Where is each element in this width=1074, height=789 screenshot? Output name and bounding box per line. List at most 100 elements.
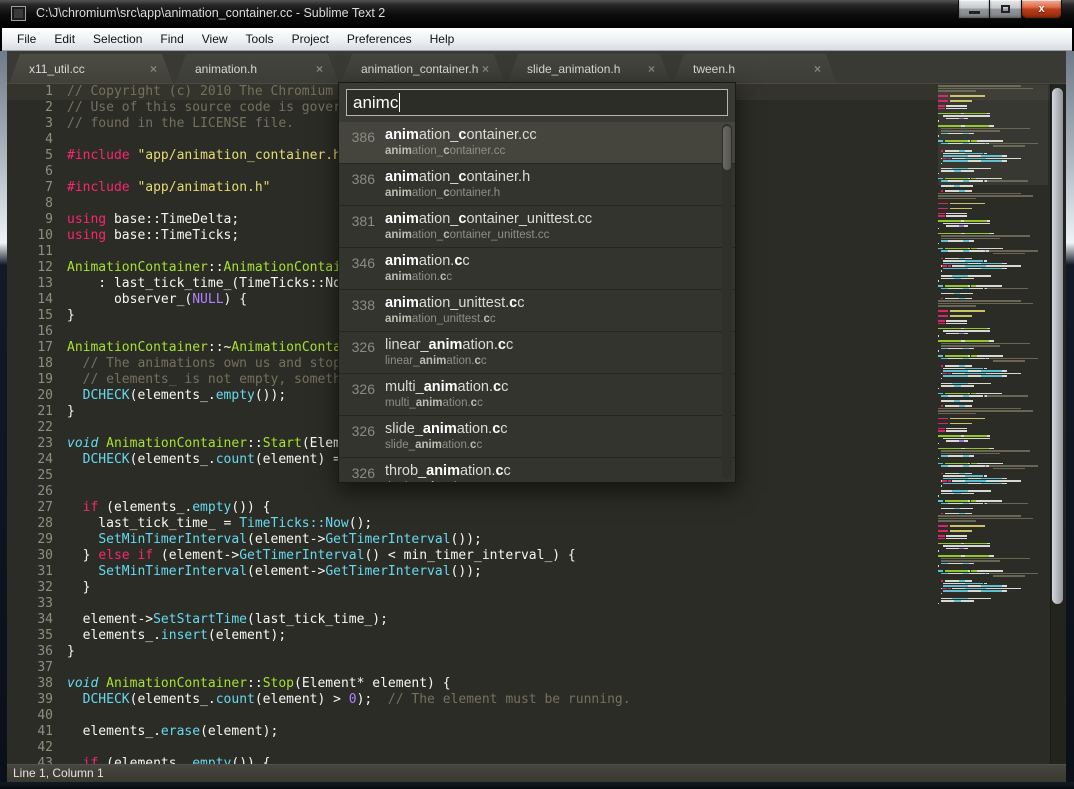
minimize-button[interactable]	[958, 0, 990, 19]
line-text: DCHECK(elements_.empty());	[67, 388, 286, 404]
editor-scrollbar[interactable]	[1050, 84, 1066, 764]
line-text: }	[67, 580, 90, 596]
window-frame-left	[0, 51, 7, 789]
line-number: 17	[7, 340, 53, 356]
menu-item-selection[interactable]: Selection	[84, 28, 151, 50]
result-text: animation.ccanimation.cc	[385, 248, 470, 289]
tab-animation-h[interactable]: animation.h×	[175, 54, 339, 84]
menu-item-find[interactable]: Find	[151, 28, 192, 50]
window-frame-bottom	[0, 782, 1074, 789]
line-number: 39	[7, 692, 53, 708]
goto-result-item[interactable]: 381animation_container_unittest.ccanimat…	[339, 206, 735, 248]
line-text: #include "app/animation.h"	[67, 180, 271, 196]
result-filename: animation.cc	[385, 248, 470, 269]
code-line[interactable]: 38void AnimationContainer::Stop(Element*…	[7, 676, 1066, 692]
menu-item-preferences[interactable]: Preferences	[338, 28, 421, 50]
menu-item-edit[interactable]: Edit	[45, 28, 84, 50]
result-filename: animation_unittest.cc	[385, 290, 524, 311]
menu-item-tools[interactable]: Tools	[237, 28, 283, 50]
tab-x11_util-cc[interactable]: x11_util.cc×	[9, 54, 173, 84]
text-caret	[399, 93, 400, 112]
code-line[interactable]: 42	[7, 740, 1066, 756]
goto-anything-results: 386animation_container.ccanimation_conta…	[339, 122, 735, 482]
goto-result-item[interactable]: 338animation_unittest.ccanimation_unitte…	[339, 290, 735, 332]
result-line-count: 326	[339, 374, 375, 415]
code-line[interactable]: 35 elements_.insert(element);	[7, 628, 1066, 644]
result-line-count: 386	[339, 122, 375, 163]
code-line[interactable]: 41 elements_.erase(element);	[7, 724, 1066, 740]
menu-item-file[interactable]: File	[8, 28, 45, 50]
line-text: }	[67, 308, 75, 324]
tab-close-icon[interactable]: ×	[482, 54, 489, 84]
goto-result-item[interactable]: 386animation_container.hanimation_contai…	[339, 164, 735, 206]
line-number: 41	[7, 724, 53, 740]
line-text: if (elements_.empty()) {	[67, 756, 271, 764]
code-line[interactable]: 32 }	[7, 580, 1066, 596]
tab-close-icon[interactable]: ×	[316, 54, 323, 84]
code-line[interactable]: 34 element->SetStartTime(last_tick_time_…	[7, 612, 1066, 628]
line-number: 24	[7, 452, 53, 468]
goto-anything-overlay: animc 386animation_container.ccanimation…	[338, 82, 736, 483]
goto-result-item[interactable]: 346animation.ccanimation.cc	[339, 248, 735, 290]
goto-result-item[interactable]: 386animation_container.ccanimation_conta…	[339, 122, 735, 164]
line-number: 32	[7, 580, 53, 596]
tab-close-icon[interactable]: ×	[150, 54, 157, 84]
tab-tween-h[interactable]: tween.h×	[673, 54, 837, 84]
maximize-button[interactable]	[990, 0, 1022, 19]
overlay-scrollbar-thumb[interactable]	[723, 126, 731, 170]
goto-anything-input[interactable]: animc	[346, 89, 728, 116]
tab-animation_container-h[interactable]: animation_container.h×	[341, 54, 505, 84]
result-filename: linear_animation.cc	[385, 332, 513, 353]
result-line-count: 326	[339, 332, 375, 373]
overlay-scrollbar-track[interactable]	[722, 124, 732, 479]
line-number: 7	[7, 180, 53, 196]
goto-result-item[interactable]: 326throb_animation.ccthrob_animation.cc	[339, 458, 735, 482]
menu-item-help[interactable]: Help	[421, 28, 464, 50]
tab-close-icon[interactable]: ×	[648, 54, 655, 84]
menu-item-view[interactable]: View	[193, 28, 237, 50]
line-text: void AnimationContainer::Stop(Element* e…	[67, 676, 451, 692]
editor-scrollbar-thumb[interactable]	[1052, 88, 1063, 604]
line-number: 9	[7, 212, 53, 228]
code-line[interactable]: 28 last_tick_time_ = TimeTicks::Now();	[7, 516, 1066, 532]
code-line[interactable]: 40	[7, 708, 1066, 724]
code-line[interactable]: 39 DCHECK(elements_.count(element) > 0);…	[7, 692, 1066, 708]
code-line[interactable]: 29 SetMinTimerInterval(element->GetTimer…	[7, 532, 1066, 548]
line-number: 43	[7, 756, 53, 764]
status-bar: Line 1, Column 1	[7, 764, 1066, 782]
close-icon: x	[1038, 3, 1044, 15]
menu-item-project[interactable]: Project	[283, 28, 338, 50]
line-number: 19	[7, 372, 53, 388]
result-filepath: animation_container_unittest.cc	[385, 229, 592, 241]
line-text: AnimationContainer::AnimationContainer()	[67, 260, 380, 276]
goto-result-item[interactable]: 326slide_animation.ccslide_animation.cc	[339, 416, 735, 458]
line-number: 31	[7, 564, 53, 580]
result-filepath: animation_container.h	[385, 187, 530, 199]
tab-slide_animation-h[interactable]: slide_animation.h×	[507, 54, 671, 84]
code-line[interactable]: 36}	[7, 644, 1066, 660]
goto-result-item[interactable]: 326multi_animation.ccmulti_animation.cc	[339, 374, 735, 416]
line-number: 5	[7, 148, 53, 164]
line-text: if (elements_.empty()) {	[67, 500, 271, 516]
result-text: animation_container_unittest.ccanimation…	[385, 206, 592, 247]
minimap[interactable]	[938, 85, 1048, 612]
code-line[interactable]: 43 if (elements_.empty()) {	[7, 756, 1066, 764]
close-button[interactable]: x	[1022, 0, 1062, 19]
code-line[interactable]: 33	[7, 596, 1066, 612]
line-number: 40	[7, 708, 53, 724]
tab-close-icon[interactable]: ×	[814, 54, 821, 84]
line-number: 21	[7, 404, 53, 420]
title-bar[interactable]: C:\J\chromium\src\app\animation_containe…	[0, 0, 1074, 28]
code-line[interactable]: 37	[7, 660, 1066, 676]
tab-bar: x11_util.cc×animation.h×animation_contai…	[7, 51, 1066, 84]
code-line[interactable]: 30 } else if (element->GetTimerInterval(…	[7, 548, 1066, 564]
code-line[interactable]: 27 if (elements_.empty()) {	[7, 500, 1066, 516]
line-number: 12	[7, 260, 53, 276]
line-number: 37	[7, 660, 53, 676]
code-line[interactable]: 26	[7, 484, 1066, 500]
line-number: 3	[7, 116, 53, 132]
code-line[interactable]: 31 SetMinTimerInterval(element->GetTimer…	[7, 564, 1066, 580]
sublime-text-window: C:\J\chromium\src\app\animation_containe…	[0, 0, 1074, 789]
result-filename: multi_animation.cc	[385, 374, 508, 395]
goto-result-item[interactable]: 326linear_animation.cclinear_animation.c…	[339, 332, 735, 374]
